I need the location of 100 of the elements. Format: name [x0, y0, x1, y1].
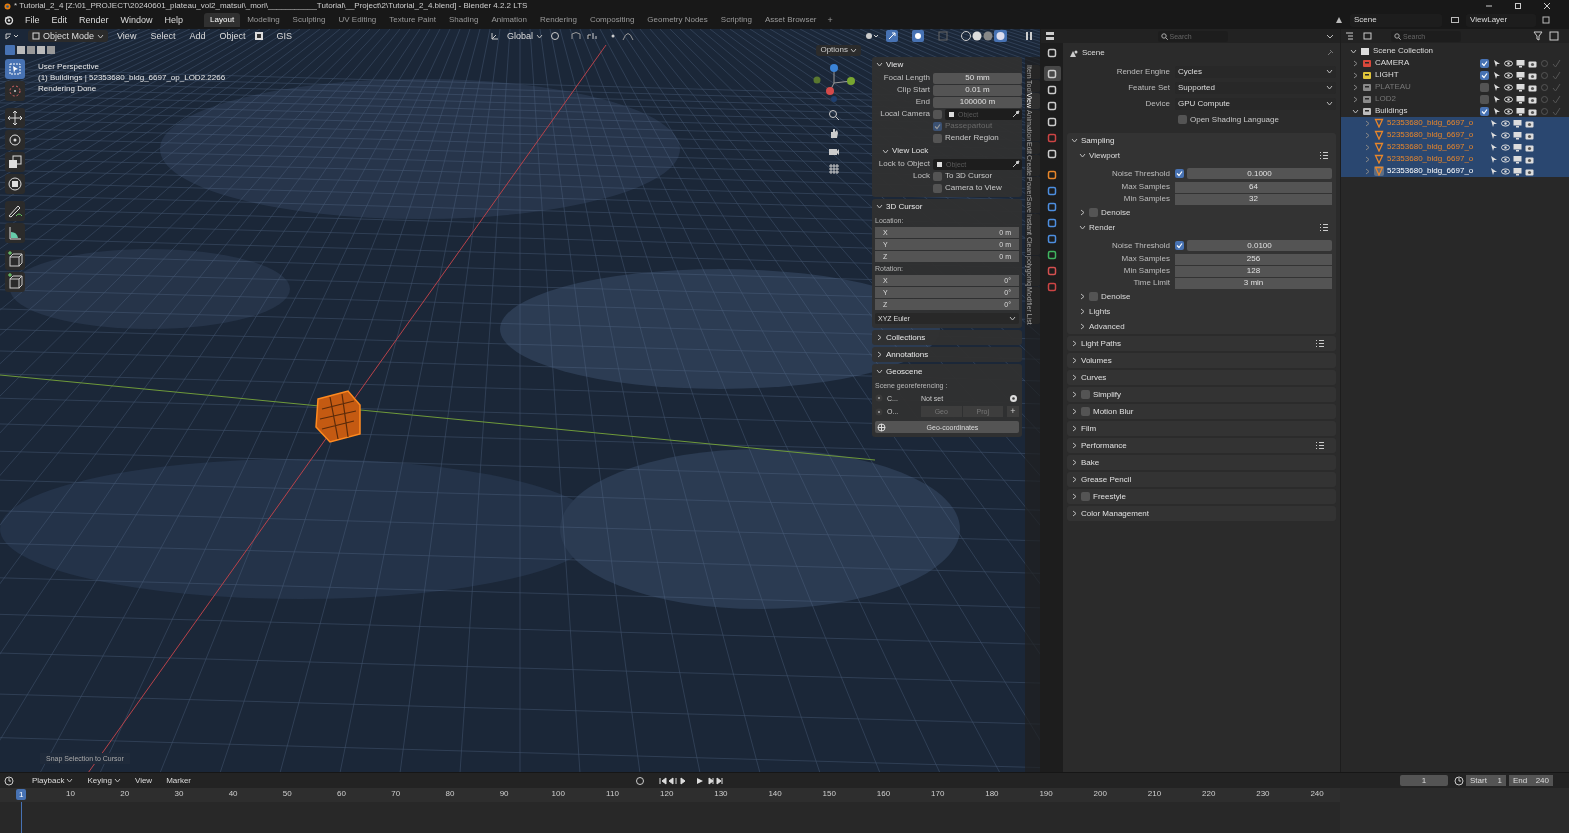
grid-icon[interactable]: [828, 163, 840, 175]
checkbox[interactable]: [1175, 241, 1184, 250]
menu-item[interactable]: Playback: [26, 776, 80, 785]
tool-button[interactable]: [5, 59, 25, 79]
workspace-tab[interactable]: Geometry Nodes: [641, 13, 714, 27]
outliner-row[interactable]: LIGHT: [1341, 69, 1569, 81]
tool-button[interactable]: [5, 130, 25, 150]
number-field[interactable]: 100000 m: [933, 96, 1022, 108]
hand-icon[interactable]: [828, 127, 840, 139]
monitor-icon[interactable]: [1513, 142, 1522, 152]
outliner-row[interactable]: 52353680_bldg_6697_o: [1341, 153, 1569, 165]
eye-icon[interactable]: [1501, 166, 1510, 176]
editor-type-icon[interactable]: [4, 31, 18, 41]
current-frame-field[interactable]: 1: [1400, 775, 1448, 786]
dropdown[interactable]: Cycles: [1175, 65, 1336, 78]
selection-modes-icon[interactable]: [5, 45, 57, 55]
scene-selector[interactable]: Scene: [1350, 13, 1442, 27]
clock-icon[interactable]: [4, 775, 16, 786]
mode-selector[interactable]: Object Mode: [28, 30, 109, 42]
outliner-row[interactable]: 52353680_bldg_6697_o: [1341, 129, 1569, 141]
panel-header[interactable]: Color Management: [1067, 506, 1336, 521]
menu-item[interactable]: Edit: [46, 15, 73, 25]
tool-button[interactable]: [5, 174, 25, 194]
tool-button[interactable]: [5, 201, 25, 221]
number-field[interactable]: 128: [1175, 265, 1332, 277]
options-menu[interactable]: Options: [816, 44, 861, 56]
monitor-icon[interactable]: [1516, 58, 1525, 68]
clock-icon[interactable]: [1454, 775, 1464, 786]
number-field[interactable]: 50 mm: [933, 72, 1022, 84]
workspace-tab[interactable]: Animation: [485, 13, 533, 27]
number-field[interactable]: 0.0100: [1187, 240, 1332, 251]
filter-icon[interactable]: [1533, 31, 1545, 41]
monitor-icon[interactable]: [1513, 130, 1522, 140]
record-icon[interactable]: [635, 775, 646, 786]
monitor-icon[interactable]: [1516, 70, 1525, 80]
checkbox[interactable]: [933, 171, 942, 181]
add-button[interactable]: +: [1007, 406, 1019, 417]
transform-orientation-icon[interactable]: [489, 31, 500, 41]
view-layer-selector[interactable]: ViewLayer: [1466, 13, 1536, 27]
panel-header[interactable]: Grease Pencil: [1067, 472, 1336, 487]
panel-header[interactable]: Volumes: [1067, 353, 1336, 368]
panel-header[interactable]: Film: [1067, 421, 1336, 436]
checkbox[interactable]: [1178, 115, 1187, 124]
tool-button[interactable]: [5, 272, 25, 292]
eye-icon[interactable]: [1501, 118, 1510, 128]
playhead-frame[interactable]: 1: [16, 789, 27, 800]
checkbox[interactable]: [1081, 390, 1090, 399]
checkbox[interactable]: [933, 109, 942, 119]
pause-render-icon[interactable]: [1024, 30, 1034, 42]
new-collection-icon[interactable]: [1549, 31, 1559, 41]
dropdown[interactable]: Supported: [1175, 81, 1336, 94]
workspace-tab[interactable]: Compositing: [583, 13, 641, 27]
checkbox[interactable]: [933, 133, 942, 143]
subpanel-header[interactable]: Viewport: [1079, 151, 1120, 160]
tool-button[interactable]: [5, 250, 25, 270]
panel-header[interactable]: Bake: [1067, 455, 1336, 470]
overlay-toggle-icon[interactable]: [912, 30, 924, 42]
tool-button[interactable]: [5, 152, 25, 172]
outliner-row[interactable]: 52353680_bldg_6697_o: [1341, 165, 1569, 177]
subpanel-header[interactable]: Denoise: [1079, 292, 1131, 301]
checkbox[interactable]: [1480, 70, 1489, 80]
menu-item[interactable]: Help: [159, 15, 189, 25]
checkbox[interactable]: [1089, 292, 1098, 301]
zoom-icon[interactable]: [828, 109, 840, 121]
panel-header[interactable]: Annotations: [872, 347, 1022, 362]
panel-header[interactable]: View: [872, 57, 1022, 72]
monitor-icon[interactable]: [1513, 118, 1522, 128]
panel-header[interactable]: Sampling: [1067, 133, 1336, 148]
checkbox[interactable]: [1081, 407, 1090, 416]
panel-header[interactable]: Collections: [872, 330, 1022, 345]
checkbox[interactable]: [1480, 106, 1489, 116]
monitor-icon[interactable]: [1513, 166, 1522, 176]
checkbox[interactable]: [1480, 94, 1489, 104]
add-workspace-button[interactable]: +: [823, 15, 837, 25]
menu-item[interactable]: Window: [115, 15, 158, 25]
monitor-icon[interactable]: [1516, 94, 1525, 104]
workspace-tab[interactable]: Layout: [204, 13, 241, 27]
tool-button[interactable]: [5, 223, 25, 243]
panel-header[interactable]: Performance: [1067, 438, 1336, 453]
subpanel-header[interactable]: Denoise: [1079, 208, 1131, 217]
subpanel-header[interactable]: Lights: [1079, 307, 1111, 316]
eyedropper-icon[interactable]: [1012, 159, 1020, 168]
list-icon[interactable]: [1319, 223, 1328, 232]
menu-item[interactable]: View: [128, 776, 159, 785]
menu-item[interactable]: File: [20, 15, 45, 25]
checkbox[interactable]: [1175, 169, 1184, 178]
workspace-tab[interactable]: Sculpting: [286, 13, 332, 27]
eye-icon[interactable]: [1501, 154, 1510, 164]
blender-logo-icon[interactable]: [4, 15, 14, 25]
pin-icon[interactable]: [1326, 49, 1334, 57]
workspace-tab[interactable]: Texture Paint: [383, 13, 442, 27]
menu-item[interactable]: View: [112, 31, 142, 41]
caret-icon[interactable]: [1326, 32, 1334, 40]
checkbox[interactable]: [1480, 82, 1489, 92]
list-icon[interactable]: [1315, 441, 1324, 450]
falloff-curve-icon[interactable]: [621, 31, 634, 41]
eye-icon[interactable]: [1504, 106, 1513, 116]
copy-icon[interactable]: [1541, 15, 1551, 25]
subpanel-header[interactable]: View Lock: [882, 147, 929, 155]
workspace-tab[interactable]: Modeling: [241, 13, 286, 27]
